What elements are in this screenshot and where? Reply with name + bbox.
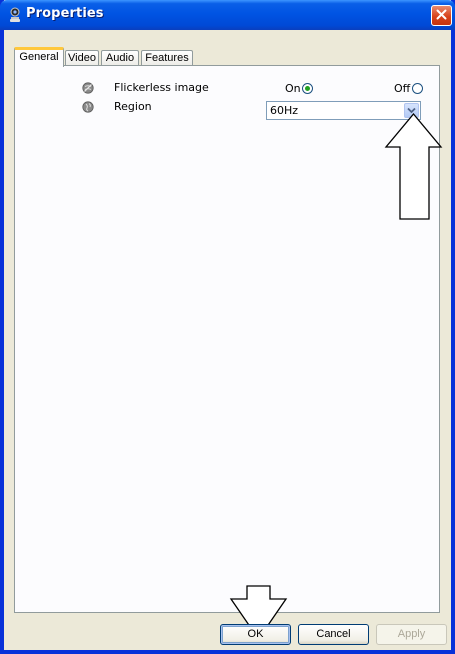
radio-selected-dot — [305, 86, 310, 91]
webcam-icon — [8, 7, 22, 23]
tab-audio[interactable]: Audio — [101, 50, 139, 66]
flicker-icon — [82, 82, 94, 94]
ok-button[interactable]: OK — [220, 624, 291, 645]
flickerless-off-label: Off — [394, 82, 411, 95]
flickerless-off-radio[interactable] — [412, 83, 423, 94]
tab-video[interactable]: Video — [65, 50, 99, 66]
cancel-button[interactable]: Cancel — [298, 624, 369, 645]
apply-button[interactable]: Apply — [376, 624, 447, 645]
flickerless-label: Flickerless image — [114, 81, 209, 94]
tab-features[interactable]: Features — [141, 50, 193, 66]
tab-general[interactable]: General — [14, 47, 64, 67]
arrow-up-annotation — [384, 113, 443, 220]
close-button[interactable] — [431, 5, 452, 26]
window-title: Properties — [26, 6, 104, 21]
region-icon — [82, 101, 94, 113]
tab-panel-general — [14, 65, 440, 613]
title-bar[interactable]: Properties — [0, 0, 455, 30]
region-label: Region — [114, 100, 152, 113]
flickerless-on-label: On — [285, 82, 301, 95]
close-icon — [436, 9, 447, 23]
region-select-value: 60Hz — [270, 104, 299, 117]
flickerless-on-radio[interactable] — [302, 83, 313, 94]
